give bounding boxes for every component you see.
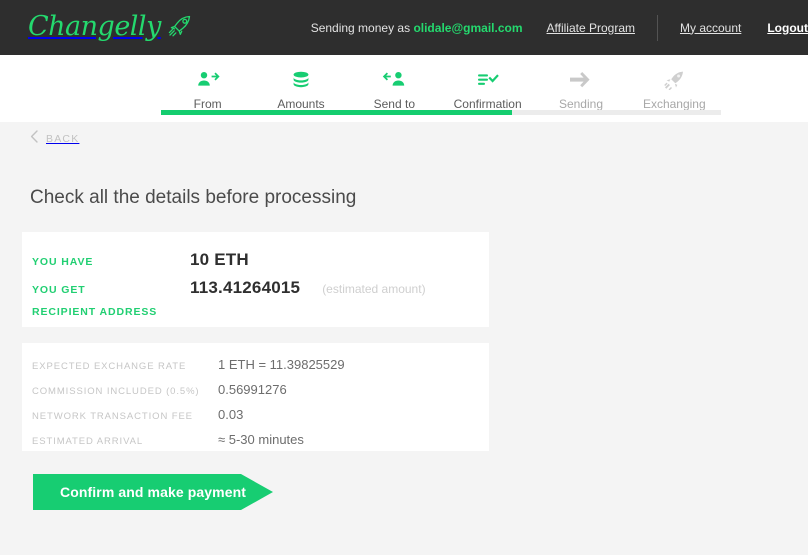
step-progress-track [161,110,721,115]
back-label: BACK [46,133,80,145]
arrow-right-icon [568,68,594,92]
row-value: 1 ETH = 11.39825529 [218,357,345,372]
details-row-commission: COMMISSION INCLUDED (0.5%) 0.56991276 [22,382,489,407]
coins-stack-icon [289,68,313,92]
confirm-button-label: Confirm and make payment [60,484,246,500]
step-label: Amounts [277,97,325,111]
chevron-left-icon [30,130,38,148]
rocket-icon [167,14,195,43]
row-label: RECIPIENT ADDRESS [32,306,158,318]
step-label: Send to [373,97,415,111]
step-label: From [193,97,222,111]
top-header: Changelly Sending money as olidale@gmail… [0,0,808,55]
row-value: ≈ 5-30 minutes [218,432,304,447]
row-note: (estimated amount) [322,282,426,296]
summary-row-you-have: YOU HAVE 10 ETH [22,250,489,278]
summary-card: YOU HAVE 10 ETH YOU GET 113.41264015 (es… [22,232,489,327]
step-label: Confirmation [453,97,522,111]
details-row-estimated-arrival: ESTIMATED ARRIVAL ≈ 5-30 minutes [22,432,489,457]
step-label: Sending [558,97,603,111]
brand-logo[interactable]: Changelly [28,8,195,46]
brand-logo-text: Changelly [28,11,161,42]
row-value: 113.41264015 [190,278,301,297]
checklist-icon [476,68,500,92]
row-label: YOU GET [32,284,86,296]
row-label: YOU HAVE [32,256,94,268]
details-row-network-fee: NETWORK TRANSACTION FEE 0.03 [22,407,489,432]
confirm-and-make-payment-button[interactable]: Confirm and make payment [33,474,273,510]
summary-row-recipient-address: RECIPIENT ADDRESS [22,306,489,334]
step-label: Exchanging [642,97,706,111]
details-row-exchange-rate: EXPECTED EXCHANGE RATE 1 ETH = 11.398255… [22,357,489,382]
row-label: COMMISSION INCLUDED (0.5%) [32,386,200,397]
arrow-user-icon [382,68,406,92]
details-card: EXPECTED EXCHANGE RATE 1 ETH = 11.398255… [22,343,489,451]
sending-money-as: Sending money as olidale@gmail.com [311,21,523,35]
user-email: olidale@gmail.com [413,20,523,35]
logout-link[interactable]: Logout [767,21,808,35]
row-label: NETWORK TRANSACTION FEE [32,411,193,422]
sending-money-prefix: Sending money as [310,20,411,35]
nav-divider [656,14,658,41]
my-account-link[interactable]: My account [680,21,741,35]
top-navigation: Sending money as olidale@gmail.com Affil… [311,0,808,55]
summary-row-you-get: YOU GET 113.41264015 (estimated amount) [22,278,489,306]
row-value: 10 ETH [190,250,249,269]
page-title: Check all the details before processing [30,187,357,208]
rocket-icon [662,68,686,92]
row-value: 0.03 [218,407,244,422]
back-link[interactable]: BACK [30,130,79,148]
row-value: 0.56991276 [218,382,287,397]
step-progress-fill [161,110,512,115]
row-label: EXPECTED EXCHANGE RATE [32,361,187,372]
affiliate-program-link[interactable]: Affiliate Program [547,21,635,35]
user-arrow-icon [196,68,220,92]
row-label: ESTIMATED ARRIVAL [32,436,144,447]
